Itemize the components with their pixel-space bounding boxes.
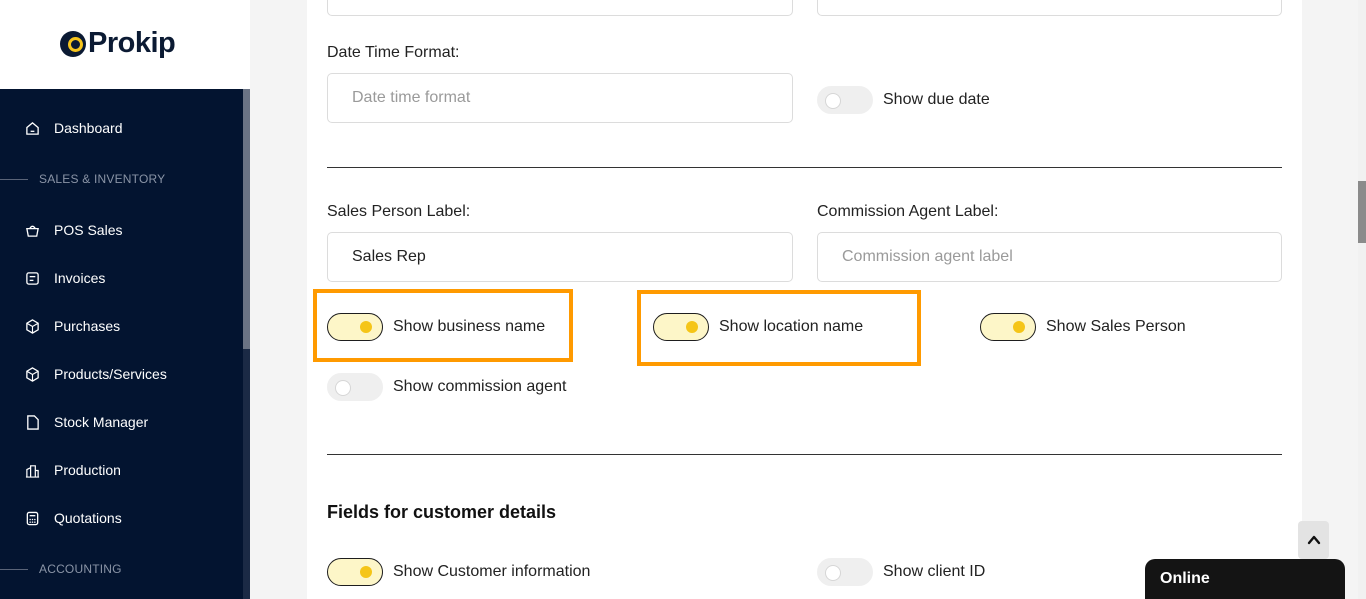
factory-icon (24, 462, 40, 478)
chat-widget[interactable]: Online (1145, 559, 1345, 599)
page-scrollbar[interactable] (1358, 0, 1366, 599)
sidebar-item-label: Purchases (54, 318, 121, 334)
brand-logo[interactable]: Prokip (60, 27, 176, 60)
show-due-date-label: Show due date (883, 91, 990, 108)
show-sales-person-toggle-row[interactable]: Show Sales Person (980, 313, 1186, 341)
page-scrollbar-thumb[interactable] (1358, 181, 1366, 243)
brand-name: Prokip (88, 27, 176, 59)
commission-agent-label-label: Commission Agent Label: (817, 203, 999, 220)
show-sales-person-label: Show Sales Person (1046, 318, 1186, 335)
scroll-to-top-button[interactable] (1298, 521, 1329, 559)
customer-details-heading: Fields for customer details (327, 502, 557, 522)
chat-status: Online (1160, 570, 1210, 587)
date-time-format-input[interactable]: Date time format (327, 73, 793, 123)
show-commission-agent-toggle-row[interactable]: Show commission agent (327, 373, 566, 401)
section-divider (327, 454, 1282, 455)
basket-icon (24, 222, 40, 238)
box-icon (24, 318, 40, 334)
sidebar-scrollbar-thumb[interactable] (243, 89, 250, 349)
sidebar-item-pos-sales[interactable]: POS Sales (24, 219, 122, 241)
show-client-id-toggle-row[interactable]: Show client ID (817, 558, 985, 586)
section-label-sales-inventory: SALES & INVENTORY (0, 172, 165, 186)
sidebar-item-label: Invoices (54, 270, 106, 286)
home-icon (24, 120, 40, 136)
sidebar-item-label: Products/Services (54, 366, 167, 382)
chevron-up-icon (1307, 535, 1320, 545)
section-label-text: SALES & INVENTORY (39, 172, 166, 186)
show-commission-agent-label: Show commission agent (393, 378, 567, 395)
section-divider (0, 568, 28, 570)
cube-icon (24, 366, 40, 382)
section-divider (0, 178, 28, 180)
sidebar-item-quotations[interactable]: Quotations (24, 507, 122, 529)
invoice-icon (24, 270, 40, 286)
show-customer-information-label: Show Customer information (393, 563, 591, 580)
sidebar-item-label: Stock Manager (54, 414, 149, 430)
sales-person-label-input[interactable]: Sales Rep (327, 232, 793, 282)
highlight-location-name (637, 290, 921, 366)
highlight-business-name (313, 289, 573, 362)
sidebar-item-label: Quotations (54, 510, 122, 526)
sidebar-item-invoices[interactable]: Invoices (24, 267, 105, 289)
show-client-id-toggle[interactable] (817, 558, 873, 586)
stock-icon (24, 414, 40, 430)
sidebar-item-dashboard[interactable]: Dashboard (24, 117, 123, 139)
calculator-icon (24, 510, 40, 526)
show-customer-information-toggle-row[interactable]: Show Customer information (327, 558, 590, 586)
sidebar-scrollbar[interactable] (243, 89, 250, 599)
sidebar-item-label: POS Sales (54, 222, 123, 238)
section-label-accounting: ACCOUNTING (0, 562, 122, 576)
sidebar-item-stock-manager[interactable]: Stock Manager (24, 411, 148, 433)
commission-agent-label-input[interactable]: Commission agent label (817, 232, 1282, 282)
show-due-date-toggle[interactable] (817, 86, 873, 114)
show-customer-information-toggle[interactable] (327, 558, 383, 586)
prokip-logo-icon (60, 30, 86, 57)
sidebar-item-label: Dashboard (54, 120, 123, 136)
sidebar-item-purchases[interactable]: Purchases (24, 315, 120, 337)
show-sales-person-toggle[interactable] (980, 313, 1036, 341)
sidebar-item-products-services[interactable]: Products/Services (24, 363, 167, 385)
show-client-id-label: Show client ID (883, 563, 986, 580)
sales-person-label-label: Sales Person Label: (327, 203, 471, 220)
show-commission-agent-toggle[interactable] (327, 373, 383, 401)
previous-field-left[interactable] (327, 0, 793, 16)
logo-area: Prokip (0, 0, 250, 89)
sidebar-item-label: Production (54, 462, 121, 478)
previous-field-right[interactable] (817, 0, 1282, 16)
show-due-date-toggle-row[interactable]: Show due date (817, 86, 990, 114)
date-time-format-label: Date Time Format: (327, 44, 460, 61)
section-divider (327, 167, 1282, 168)
sidebar-item-production[interactable]: Production (24, 459, 121, 481)
section-label-text: ACCOUNTING (39, 562, 122, 576)
sidebar: Dashboard SALES & INVENTORY POS Sales In… (0, 89, 250, 599)
